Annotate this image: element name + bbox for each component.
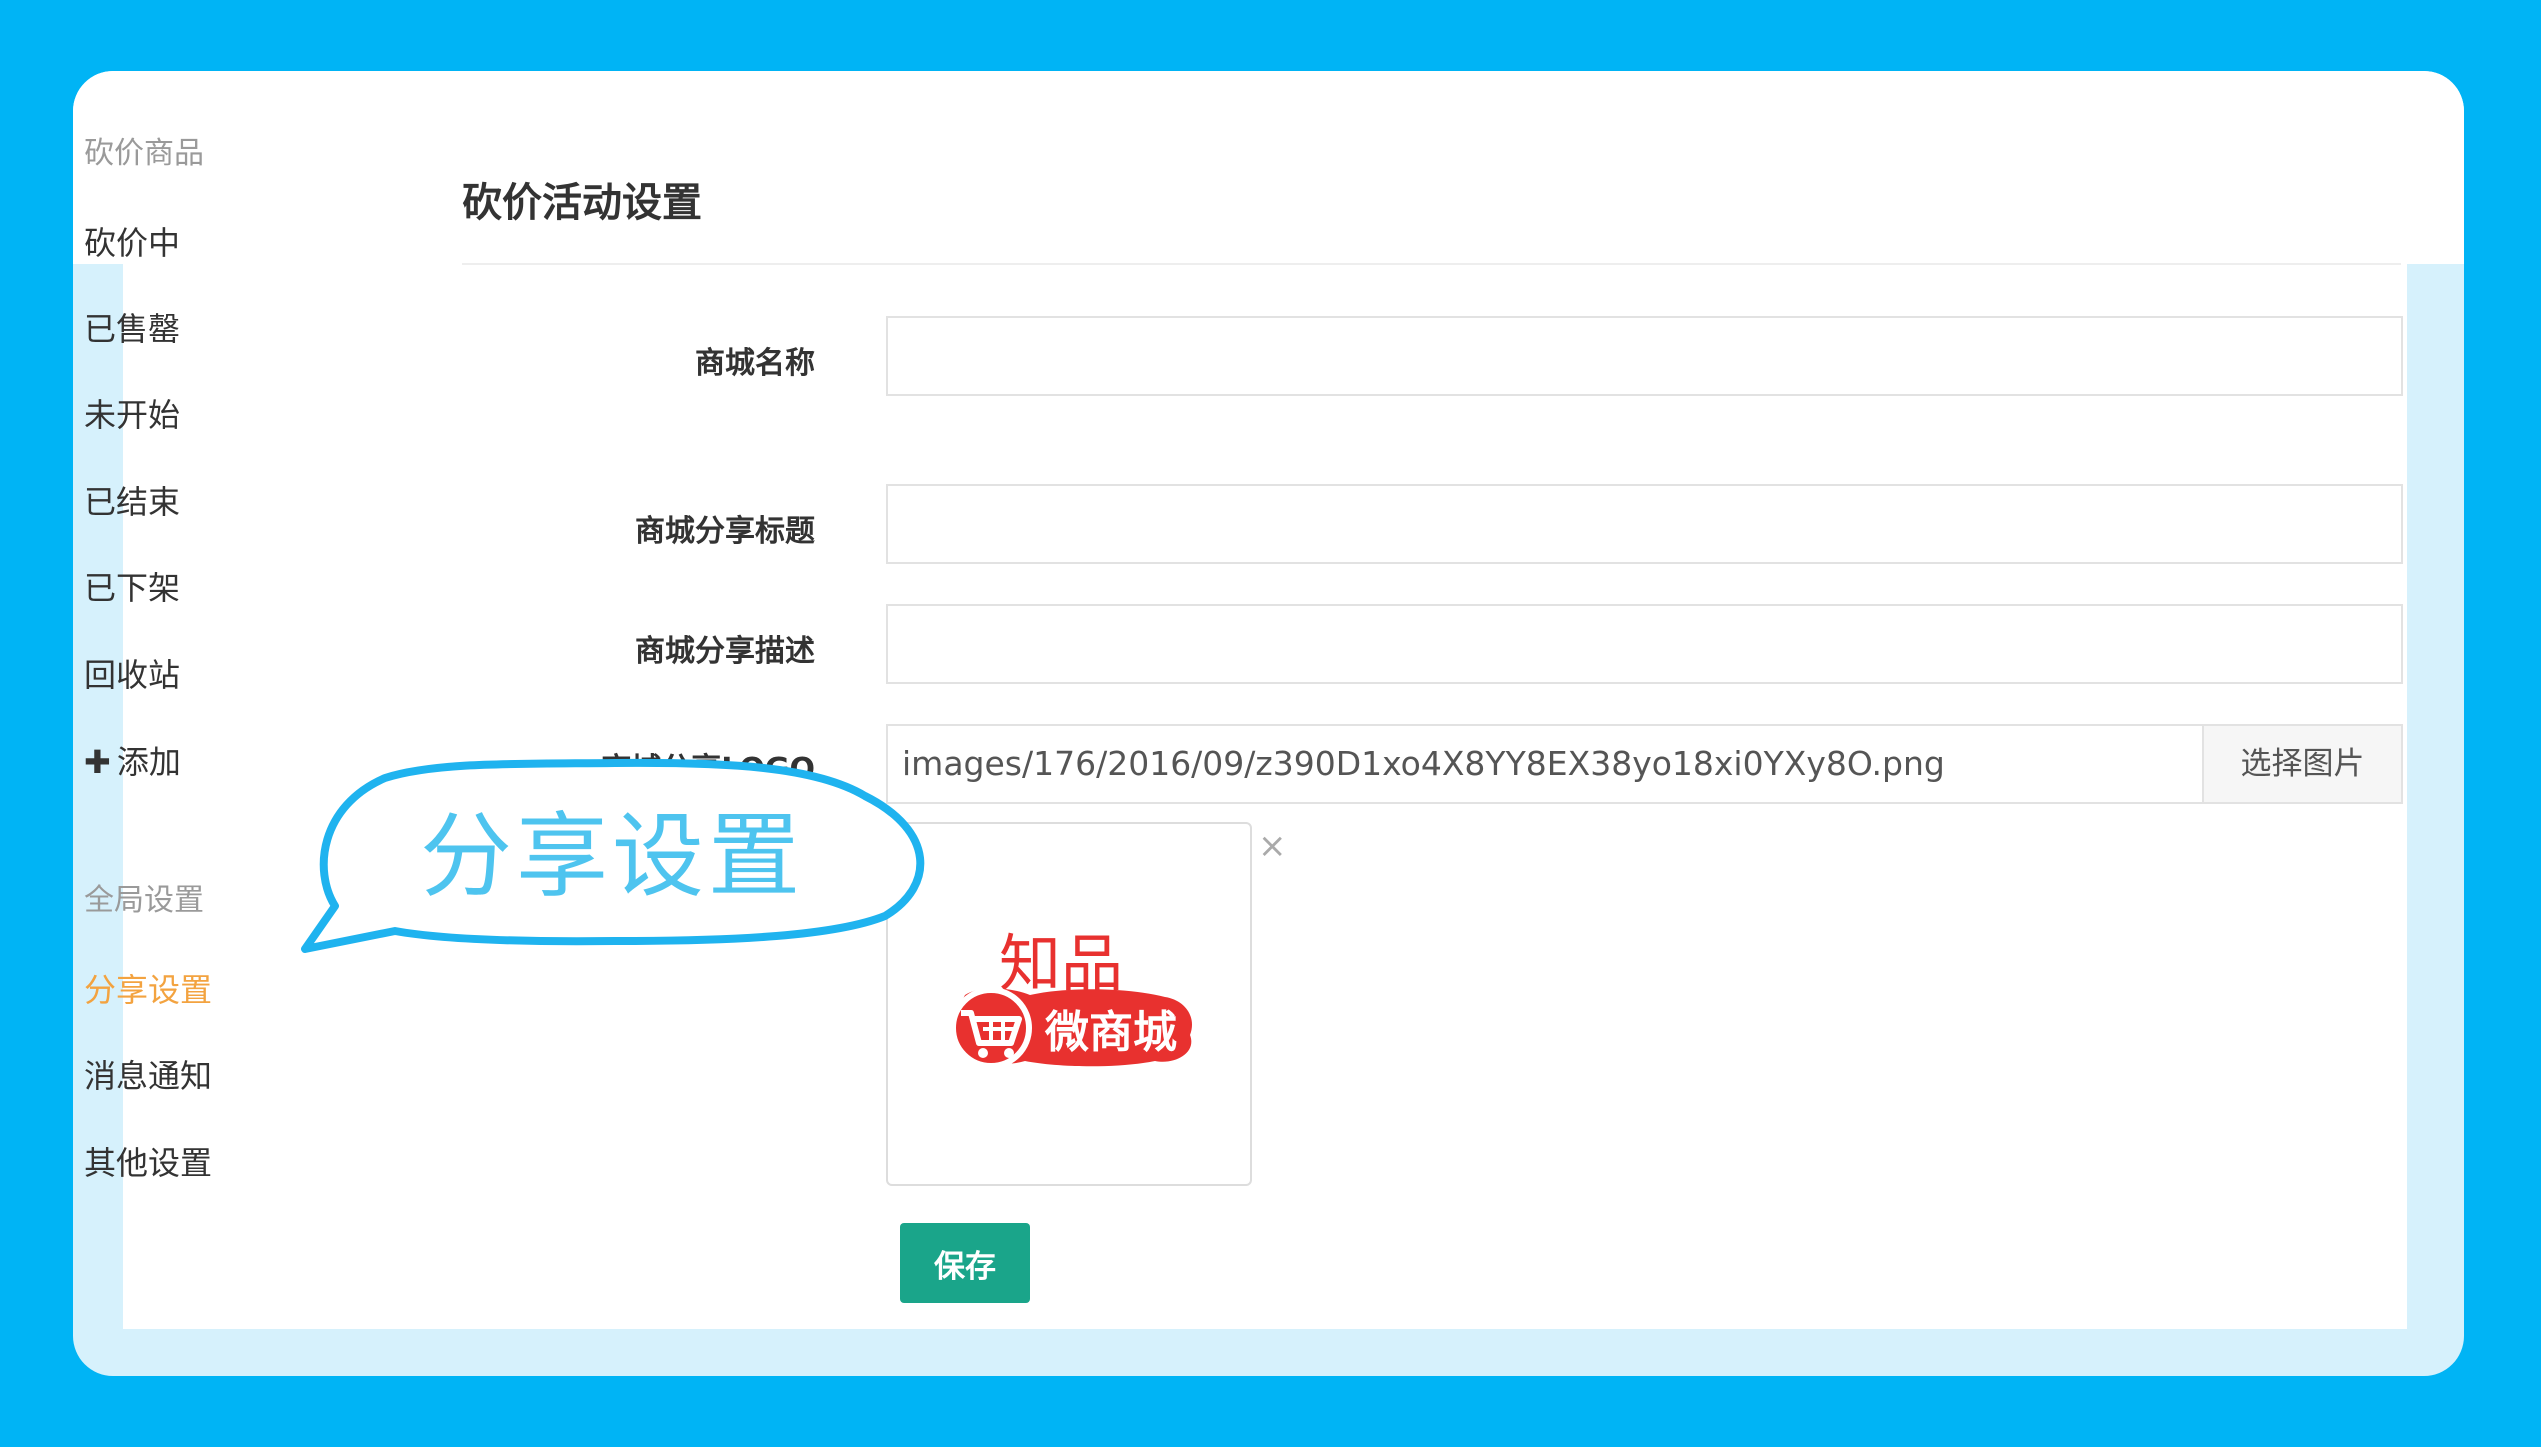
sidebar-group-bargain-goods: 砍价商品 — [84, 136, 204, 171]
sidebar-item-share-settings[interactable]: 分享设置 — [84, 965, 212, 1011]
share-logo-field: images/176/2016/09/z390D1xo4X8YY8EX38yo1… — [886, 724, 2403, 804]
sidebar-item-add[interactable]: ✚ 添加 — [84, 737, 181, 783]
card-header-area — [73, 71, 2464, 264]
sidebar-item-sold-out[interactable]: 已售罄 — [84, 304, 180, 350]
sidebar-item-bargaining[interactable]: 砍价中 — [84, 218, 180, 264]
callout-text: 分享设置 — [420, 803, 805, 910]
sidebar-group-global-settings: 全局设置 — [84, 883, 204, 918]
share-title-input[interactable] — [886, 484, 2403, 564]
sidebar-item-add-label: 添加 — [116, 743, 181, 781]
page-title: 砍价活动设置 — [462, 180, 702, 226]
share-title-label: 商城分享标题 — [635, 514, 815, 549]
choose-image-button[interactable]: 选择图片 — [2202, 724, 2403, 804]
shop-name-label: 商城名称 — [695, 346, 815, 381]
sidebar-item-message-notify[interactable]: 消息通知 — [84, 1051, 212, 1097]
sidebar-item-recycle-bin[interactable]: 回收站 — [84, 650, 180, 696]
share-desc-input[interactable] — [886, 604, 2403, 684]
shop-name-input[interactable] — [886, 316, 2403, 396]
share-desc-label: 商城分享描述 — [635, 634, 815, 669]
sidebar-item-other-settings[interactable]: 其他设置 — [84, 1138, 212, 1184]
plus-icon: ✚ — [84, 743, 111, 781]
zhipin-logo-image: 知品 微商城 — [950, 927, 1193, 1075]
remove-image-icon[interactable]: × — [1258, 826, 1287, 866]
share-logo-path-input[interactable]: images/176/2016/09/z390D1xo4X8YY8EX38yo1… — [886, 724, 2204, 804]
logo-bottom-text: 微商城 — [1044, 1007, 1177, 1058]
sidebar-item-ended[interactable]: 已结束 — [84, 477, 180, 523]
logo-top-text: 知品 — [999, 927, 1123, 1000]
sidebar-item-not-started[interactable]: 未开始 — [84, 390, 180, 436]
save-button[interactable]: 保存 — [900, 1223, 1030, 1303]
sidebar-item-off-shelf[interactable]: 已下架 — [84, 563, 180, 609]
title-divider — [462, 263, 2401, 265]
